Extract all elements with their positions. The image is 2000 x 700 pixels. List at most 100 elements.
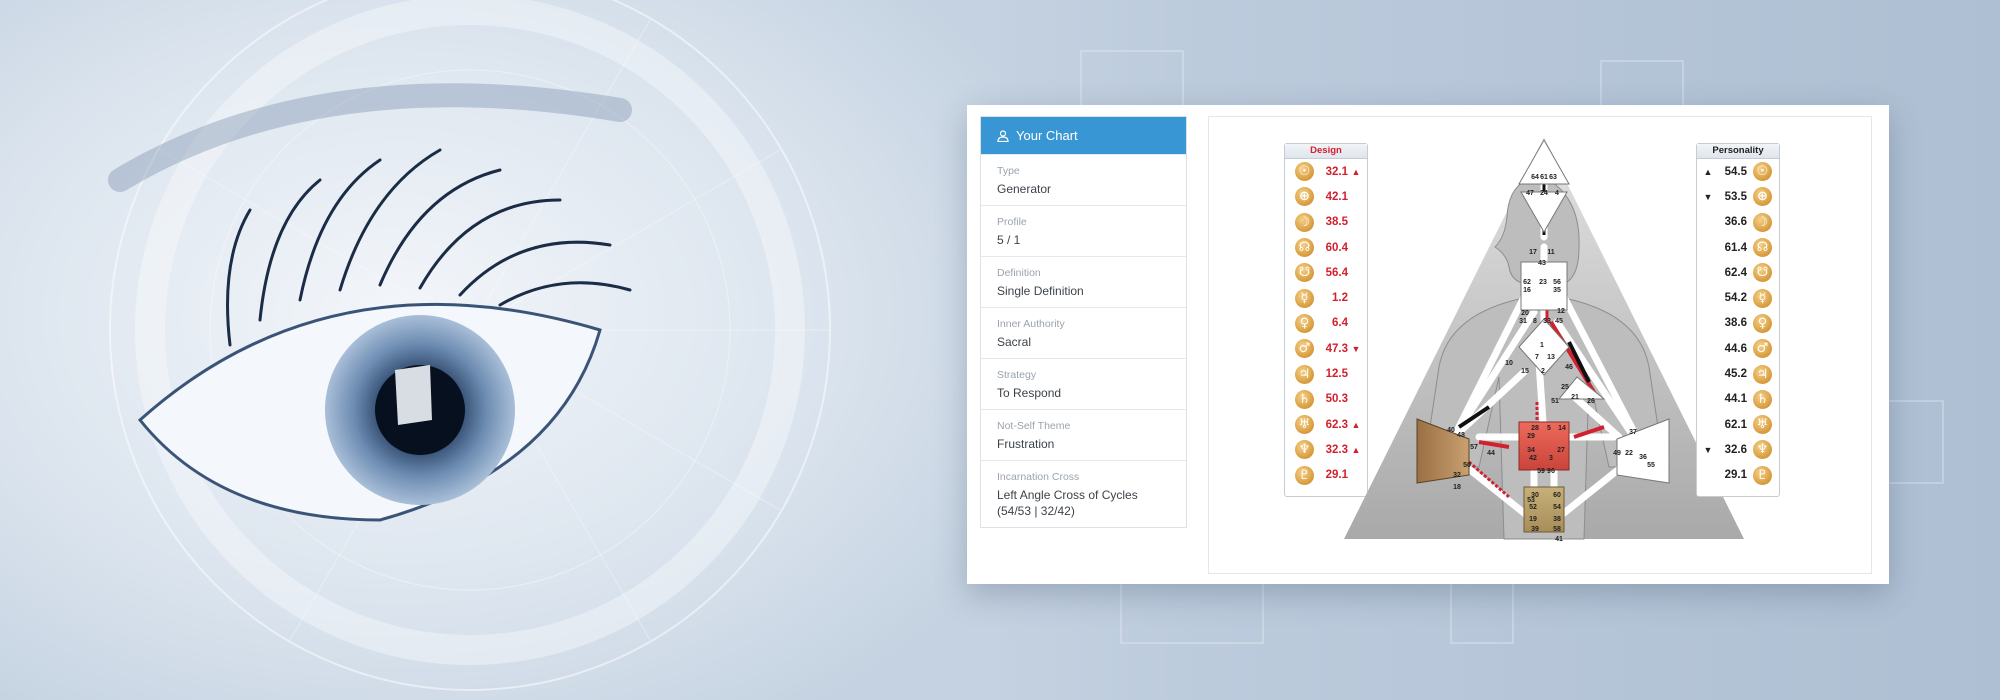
gate-label: 10 (1505, 360, 1513, 367)
planet-glyph-icon: ♀ (1295, 313, 1314, 333)
personality-gate-value: 62.4 (1724, 266, 1747, 279)
gate-label: 1 (1540, 342, 1544, 349)
personality-planet-row[interactable]: ▼ 53.5 ⊕ (1697, 184, 1779, 209)
gate-label: 49 (1613, 450, 1621, 457)
gate-label: 35 (1553, 287, 1561, 294)
incarnation-cross-label: Incarnation Cross (997, 471, 1080, 483)
gate-label: 53 (1527, 497, 1535, 504)
personality-gate-value: 45.2 (1724, 368, 1747, 381)
gate-label: 31 (1519, 318, 1527, 325)
gate-label: 11 (1547, 249, 1555, 256)
gate-label: 44 (1487, 450, 1495, 457)
personality-planet-row[interactable]: 45.2 ♃ (1697, 361, 1779, 386)
planet-glyph-icon: ☿ (1295, 288, 1314, 308)
personality-gate-value: 36.6 (1724, 216, 1747, 229)
gate-label: 38 (1553, 516, 1561, 523)
personality-gate-value: 54.2 (1724, 292, 1747, 305)
planet-glyph-icon: ♄ (1295, 389, 1314, 409)
personality-planet-row[interactable]: 62.1 ♅ (1697, 412, 1779, 437)
gate-label: 47 (1526, 190, 1534, 197)
gate-label: 24 (1540, 190, 1548, 197)
panel-title: Your Chart (1016, 128, 1078, 143)
strategy-row: Strategy To Respond (981, 358, 1186, 409)
fixing-arrow-icon: ▼ (1703, 444, 1713, 455)
gate-label: 58 (1553, 526, 1561, 533)
personality-gate-value: 38.6 (1724, 317, 1747, 330)
bodygraph-area: Design ☉ 32.1 ▲ ⊕ 42.1 ☽ 38.5 ☊ 60.4 ☋ 56.4 ☿ 1.2 ♀ 6.… (1208, 116, 1872, 574)
gate-label: 27 (1557, 447, 1565, 454)
planet-glyph-icon: ♄ (1753, 389, 1772, 409)
gate-label: 26 (1587, 398, 1595, 405)
personality-column: Personality ▲ 54.5 ☉ ▼ 53.5 ⊕ 36.6 ☽ 61.4 ☊ 62.4 ☋ 5… (1696, 143, 1780, 497)
strategy-value: To Respond (997, 386, 1062, 400)
planet-glyph-icon: ⊕ (1753, 187, 1772, 207)
planet-glyph-icon: ♇ (1295, 465, 1314, 485)
gate-label: 4 (1555, 190, 1559, 197)
profile-row: Profile 5 / 1 (981, 205, 1186, 256)
gate-label: 36 (1639, 454, 1647, 461)
profile-label: Profile (997, 216, 1027, 228)
personality-gate-value: 54.5 (1724, 165, 1747, 178)
personality-planet-row[interactable]: 54.2 ☿ (1697, 285, 1779, 310)
fixing-arrow-icon: ▼ (1703, 191, 1713, 202)
incarnation-cross-value: Left Angle Cross of Cycles (54/53 | 32/4… (997, 488, 1138, 518)
planet-glyph-icon: ☋ (1295, 263, 1314, 283)
planet-glyph-icon: ♂ (1753, 339, 1772, 359)
planet-glyph-icon: ♃ (1295, 364, 1314, 384)
gate-label: 14 (1558, 425, 1566, 432)
planet-glyph-icon: ☉ (1295, 162, 1314, 182)
gate-label: 46 (1565, 364, 1573, 371)
strategy-label: Strategy (997, 369, 1037, 381)
gate-label: 52 (1529, 504, 1537, 511)
incarnation-cross-row: Incarnation Cross Left Angle Cross of Cy… (981, 460, 1186, 529)
chart-window: Your Chart Type Generator Profile 5 / 1 … (967, 105, 1889, 584)
gate-label: 32 (1453, 472, 1461, 479)
personality-planet-row[interactable]: 44.6 ♂ (1697, 336, 1779, 361)
personality-planet-row[interactable]: ▲ 54.5 ☉ (1697, 159, 1779, 184)
gate-label: 16 (1523, 287, 1531, 294)
personality-planet-row[interactable]: 62.4 ☋ (1697, 260, 1779, 285)
personality-gate-value: 29.1 (1724, 469, 1747, 482)
personality-planet-row[interactable]: 36.6 ☽ (1697, 210, 1779, 235)
gate-label: 40 (1447, 427, 1455, 434)
not-self-row: Not-Self Theme Frustration (981, 409, 1186, 460)
gate-label: 64 (1531, 174, 1539, 181)
bodygraph: 64 61 6347 24 417 114362 23 5616 3520 1231 8 33 4517… (1344, 137, 1744, 543)
planet-glyph-icon: ♇ (1753, 465, 1772, 485)
planet-glyph-icon: ☽ (1753, 212, 1772, 232)
gate-label: 6 (1551, 468, 1555, 475)
gate-label: 5 (1547, 425, 1551, 432)
gate-label: 13 (1547, 354, 1555, 361)
gate-label: 12 (1557, 308, 1565, 315)
planet-glyph-icon: ☋ (1753, 263, 1772, 283)
planet-glyph-icon: ☊ (1753, 238, 1772, 258)
planet-glyph-icon: ♆ (1753, 440, 1772, 460)
authority-label: Inner Authority (997, 318, 1065, 330)
authority-row: Inner Authority Sacral (981, 307, 1186, 358)
definition-label: Definition (997, 267, 1041, 279)
personality-gate-value: 62.1 (1724, 418, 1747, 431)
gate-label: 20 (1521, 310, 1529, 317)
gate-label: 19 (1529, 516, 1537, 523)
personality-planet-row[interactable]: 38.6 ♀ (1697, 311, 1779, 336)
planet-glyph-icon: ♃ (1753, 364, 1772, 384)
profile-value: 5 / 1 (997, 233, 1021, 247)
chart-summary-panel: Your Chart Type Generator Profile 5 / 1 … (980, 116, 1187, 528)
planet-glyph-icon: ♆ (1295, 440, 1314, 460)
gate-label: 42 (1529, 455, 1537, 462)
gate-label: 50 (1463, 462, 1471, 469)
planet-glyph-icon: ☿ (1753, 288, 1772, 308)
personality-planet-row[interactable]: 29.1 ♇ (1697, 463, 1779, 488)
personality-planet-row[interactable]: ▼ 32.6 ♆ (1697, 437, 1779, 462)
not-self-value: Frustration (997, 437, 1055, 451)
planet-glyph-icon: ⊕ (1295, 187, 1314, 207)
fixing-arrow-icon: ▲ (1703, 166, 1713, 177)
gate-label: 39 (1531, 526, 1539, 533)
personality-planet-row[interactable]: 44.1 ♄ (1697, 387, 1779, 412)
definition-row: Definition Single Definition (981, 256, 1186, 307)
personality-gate-value: 61.4 (1724, 241, 1747, 254)
gate-label: 62 (1523, 279, 1531, 286)
eye-background-image (0, 0, 1000, 700)
personality-planet-row[interactable]: 61.4 ☊ (1697, 235, 1779, 260)
panel-header: Your Chart (981, 117, 1186, 154)
